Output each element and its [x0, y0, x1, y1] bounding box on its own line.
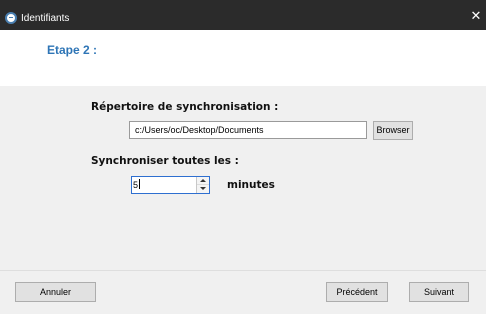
footer-divider [0, 270, 486, 271]
step-title: Etape 2 : [47, 43, 98, 57]
sync-directory-input[interactable]: c:/Users/oc/Desktop/Documents [129, 121, 367, 139]
app-logo-icon [5, 12, 17, 24]
sync-interval-label: Synchroniser toutes les : [91, 155, 239, 167]
chevron-down-icon[interactable] [197, 185, 209, 193]
browse-button[interactable]: Browser [373, 121, 413, 140]
cancel-button[interactable]: Annuler [15, 282, 96, 302]
title-bar[interactable]: Identifiants ✕ [0, 0, 486, 30]
window-title: Identifiants [21, 13, 70, 24]
sync-interval-unit: minutes [227, 179, 275, 191]
spin-buttons [196, 177, 209, 193]
chevron-up-icon[interactable] [197, 177, 209, 185]
wizard-header: Etape 2 : [0, 30, 486, 86]
sync-interval-value[interactable]: 5 [133, 177, 195, 193]
sync-interval-stepper[interactable]: 5 [131, 176, 210, 194]
next-button[interactable]: Suivant [409, 282, 469, 302]
previous-button[interactable]: Précédent [326, 282, 388, 302]
close-icon[interactable]: ✕ [470, 10, 482, 24]
sync-directory-label: Répertoire de synchronisation : [91, 101, 279, 113]
